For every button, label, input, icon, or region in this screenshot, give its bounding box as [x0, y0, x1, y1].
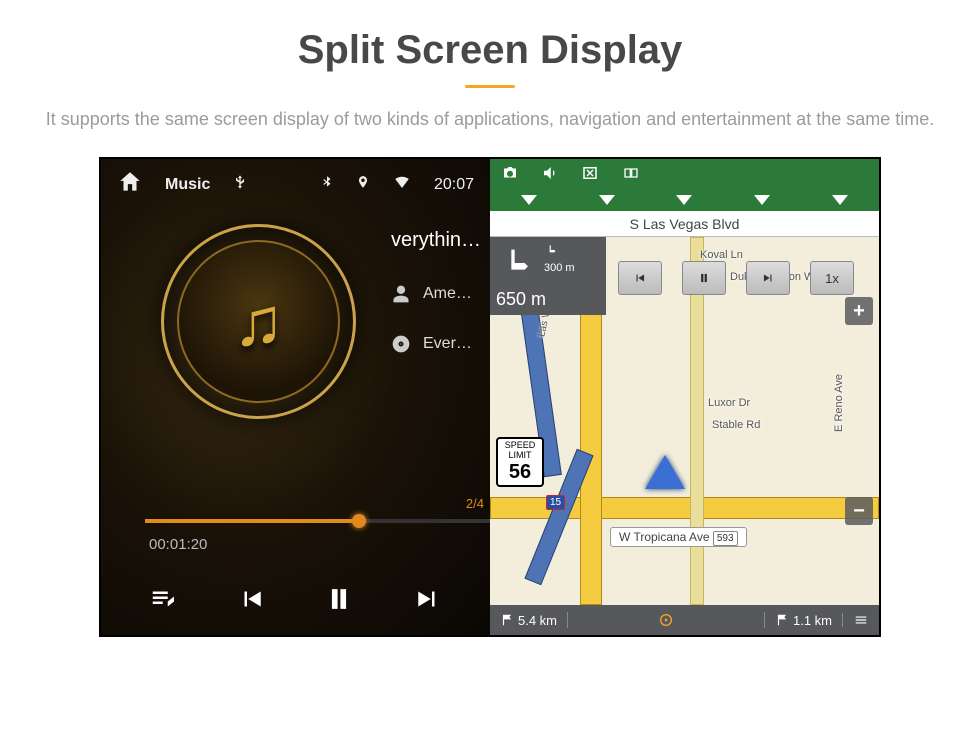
trip-distance-total: 5.4 km: [490, 613, 567, 628]
sim-playback-controls: 1x: [618, 261, 854, 295]
target-icon: [658, 612, 674, 628]
track-counter: 2/4: [466, 496, 484, 511]
zoom-out-button[interactable]: −: [845, 497, 873, 525]
page-title: Split Screen Display: [0, 28, 980, 73]
location-icon: [356, 172, 370, 197]
album-icon: [391, 334, 411, 354]
title-underline: [465, 85, 515, 88]
speed-limit-sign: SPEED LIMIT 56: [496, 437, 544, 487]
current-street-label: W Tropicana Ave 593: [610, 527, 747, 547]
next-button[interactable]: [403, 575, 451, 623]
turn-sub-distance: 300 m: [544, 262, 575, 274]
label-reno: E Reno Ave: [833, 374, 845, 432]
wifi-icon: [392, 173, 412, 196]
hamburger-icon: [853, 613, 869, 627]
android-statusbar: [490, 159, 879, 189]
turn-instruction: 300 m 650 m: [490, 237, 606, 315]
menu-button[interactable]: [842, 613, 879, 627]
label-stable: Stable Rd: [712, 419, 760, 431]
sim-prev-button[interactable]: [618, 261, 662, 295]
label-luxor: Luxor Dr: [708, 397, 750, 409]
album-name: Ever…: [423, 335, 472, 353]
artist-icon: [391, 284, 411, 304]
vehicle-cursor: [645, 455, 685, 489]
recenter-button[interactable]: [567, 612, 765, 628]
nav-bottombar: 5.4 km 1.1 km: [490, 605, 879, 635]
label-koval: Koval Ln: [700, 249, 743, 261]
artist-name: Ame…: [423, 285, 472, 303]
album-art: ♫: [161, 224, 356, 419]
interstate-shield: 15: [546, 495, 565, 510]
volume-icon[interactable]: [540, 164, 560, 185]
route-shield: 593: [713, 531, 738, 546]
trip-distance-next: 1.1 km: [765, 613, 842, 628]
screenshot-icon[interactable]: [500, 164, 520, 185]
flag-checkered-icon: [775, 613, 789, 627]
sim-speed-button[interactable]: 1x: [810, 261, 854, 295]
playlist-button[interactable]: [140, 575, 188, 623]
pause-button[interactable]: [315, 575, 363, 623]
sim-next-button[interactable]: [746, 261, 790, 295]
prev-button[interactable]: [228, 575, 276, 623]
elapsed-time: 00:01:20: [149, 536, 207, 553]
music-pane: Music 20:07 ♫ verythin… Ame…: [101, 159, 490, 635]
music-topbar: Music 20:07: [101, 159, 490, 206]
page-description: It supports the same screen display of t…: [0, 106, 980, 133]
flag-icon: [500, 613, 514, 627]
navigation-pane: S Las Vegas Blvd 300 m 650 m 1x: [490, 159, 879, 635]
home-icon[interactable]: [117, 169, 143, 200]
sim-pause-button[interactable]: [682, 261, 726, 295]
turn-right-small-icon: [544, 243, 560, 257]
track-title: verythin…: [391, 229, 481, 252]
zoom-in-button[interactable]: +: [845, 297, 873, 325]
clock-text: 20:07: [434, 176, 474, 194]
progress-bar[interactable]: [145, 519, 490, 523]
lane-arrows: [490, 189, 879, 211]
close-app-icon[interactable]: [580, 164, 600, 185]
next-street: S Las Vegas Blvd: [490, 211, 879, 237]
music-note-icon: ♫: [233, 283, 284, 361]
bluetooth-icon: [320, 172, 334, 197]
music-app-title: Music: [165, 176, 210, 194]
split-screen-device: Music 20:07 ♫ verythin… Ame…: [99, 157, 881, 637]
usb-icon: [232, 171, 248, 198]
split-icon[interactable]: [620, 165, 642, 184]
turn-main-distance: 650 m: [496, 289, 600, 310]
turn-left-icon: [496, 243, 540, 283]
